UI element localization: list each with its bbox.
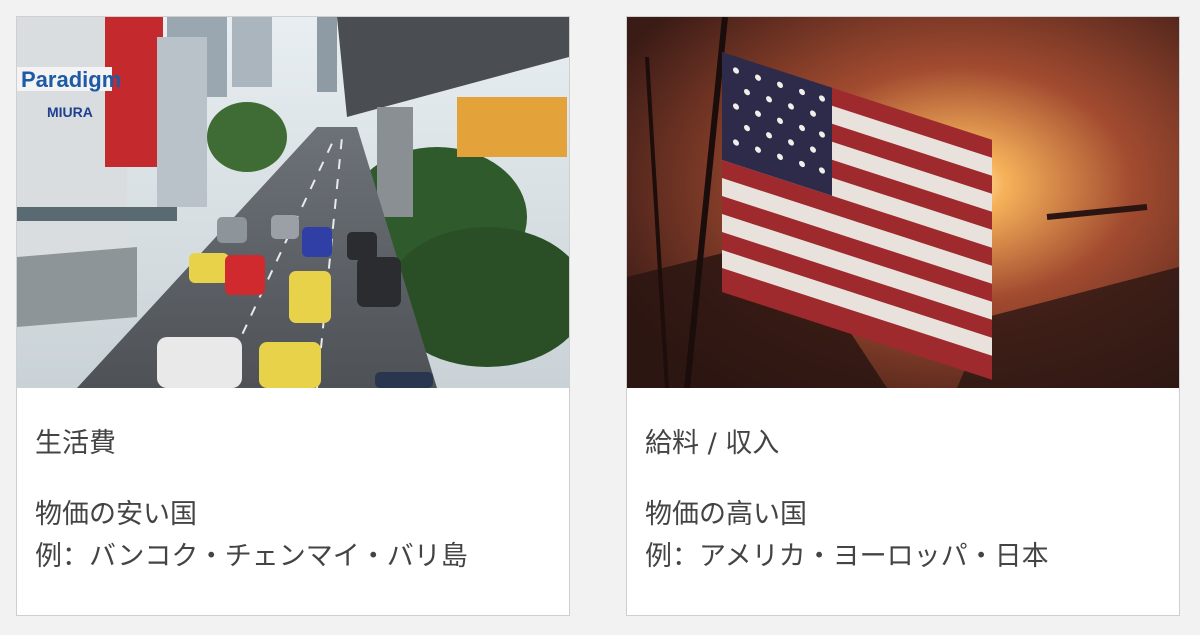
card-description: 物価の高い国 例：アメリカ・ヨーロッパ・日本 [645,494,1161,578]
card-line-2: 例：バンコク・チェンマイ・バリ島 [35,541,468,572]
card-title: 生活費 [35,428,116,459]
comparison-cards: Paradigm MIURA 生活費 物価の安い国 例：バンコク・チェンマイ・バ… [0,0,1200,635]
paradigm-sign: Paradigm [21,67,121,92]
card-line-1: 物価の安い国 [35,499,197,530]
card-title: 給料 / 収入 [645,428,780,459]
miura-sign: MIURA [47,104,93,120]
american-flag-sunset-photo [627,17,1179,388]
card-line-1: 物価の高い国 [645,499,807,530]
card-line-2: 例：アメリカ・ヨーロッパ・日本 [645,541,1049,572]
bangkok-traffic-photo: Paradigm MIURA [17,17,569,388]
card-salary-income[interactable]: 給料 / 収入 物価の高い国 例：アメリカ・ヨーロッパ・日本 [626,16,1180,616]
card-cost-of-living[interactable]: Paradigm MIURA 生活費 物価の安い国 例：バンコク・チェンマイ・バ… [16,16,570,616]
card-description: 物価の安い国 例：バンコク・チェンマイ・バリ島 [35,494,551,578]
